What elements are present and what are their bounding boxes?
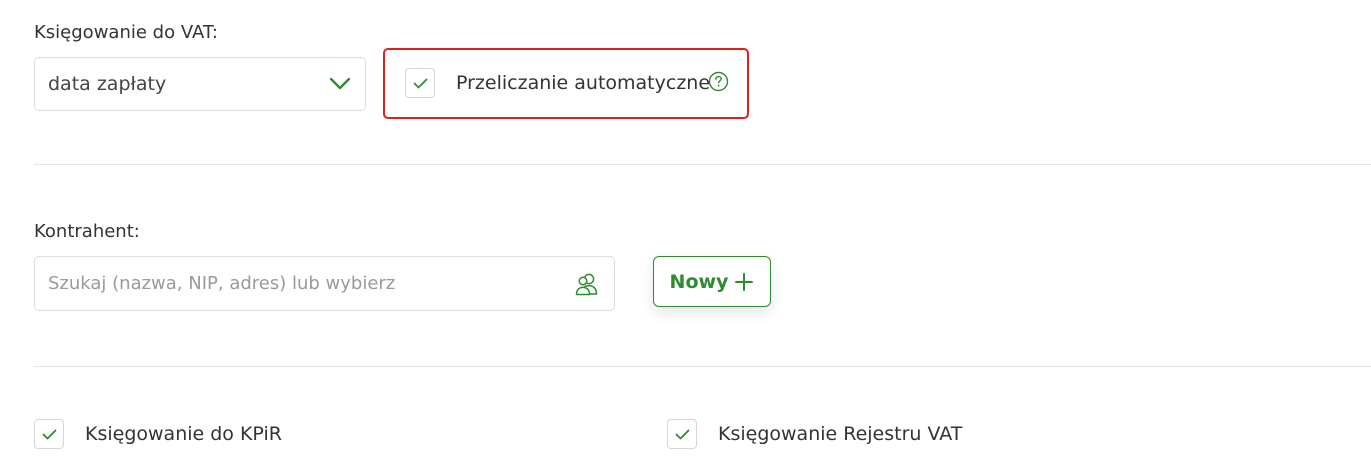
auto-recalc-checkbox[interactable] xyxy=(405,68,435,98)
vat-register-posting-label[interactable]: Księgowanie Rejestru VAT xyxy=(718,423,962,445)
vat-posting-label: Księgowanie do VAT: xyxy=(34,22,218,43)
new-contractor-button[interactable]: Nowy xyxy=(653,256,771,307)
contractor-label: Kontrahent: xyxy=(34,221,140,242)
section-divider xyxy=(34,164,1371,165)
contractor-search-box[interactable] xyxy=(34,256,615,311)
checkmark-icon xyxy=(42,429,56,439)
kpir-posting-checkbox[interactable] xyxy=(34,419,64,449)
new-button-label: Nowy xyxy=(669,270,729,293)
section-divider xyxy=(34,366,1371,367)
checkmark-icon xyxy=(675,429,689,439)
question-circle-icon[interactable] xyxy=(708,71,729,92)
vat-register-posting-checkbox[interactable] xyxy=(667,419,697,449)
kpir-posting-label[interactable]: Księgowanie do KPiR xyxy=(85,423,282,445)
plus-icon xyxy=(735,272,754,291)
contacts-icon[interactable] xyxy=(573,270,601,298)
contractor-search-input[interactable] xyxy=(48,273,573,294)
vat-posting-select[interactable]: data zapłaty xyxy=(34,57,366,111)
auto-recalc-label[interactable]: Przeliczanie automatyczne xyxy=(456,72,710,94)
vat-posting-selected-value: data zapłaty xyxy=(48,73,167,95)
chevron-down-icon[interactable] xyxy=(329,77,351,91)
checkmark-icon xyxy=(413,78,427,88)
